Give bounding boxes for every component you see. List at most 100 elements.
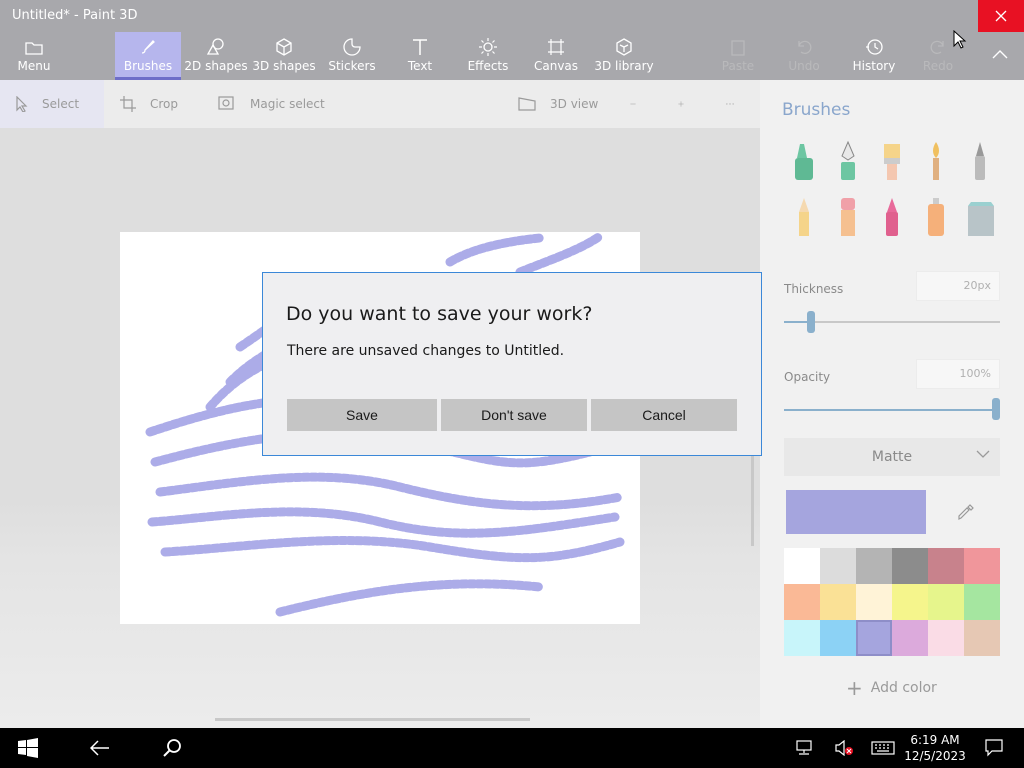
pencil-brush[interactable]	[784, 196, 824, 240]
color-swatch[interactable]	[856, 548, 892, 584]
collapse-ribbon-button[interactable]	[986, 32, 1014, 78]
ribbon: Menu Brushes 2D shapes 3D shapes Sticker…	[0, 32, 1024, 80]
network-icon	[796, 740, 812, 755]
color-swatch[interactable]	[892, 620, 928, 656]
finish-dropdown[interactable]: Matte	[784, 438, 1000, 476]
color-swatch[interactable]	[784, 620, 820, 656]
tab-3d-shapes[interactable]: 3D shapes	[252, 32, 316, 78]
3d-view-icon	[518, 97, 536, 111]
oil-brush[interactable]	[872, 140, 912, 184]
undo-button[interactable]: Undo	[786, 32, 822, 78]
color-swatch[interactable]	[820, 620, 856, 656]
marker-brush[interactable]	[784, 140, 824, 184]
color-swatch[interactable]	[784, 548, 820, 584]
tab-2d-shapes[interactable]: 2D shapes	[184, 32, 248, 78]
watercolor-icon	[933, 142, 939, 180]
save-button[interactable]: Save	[287, 399, 437, 431]
close-window-button[interactable]	[978, 0, 1024, 32]
history-button[interactable]: History	[852, 32, 896, 78]
watercolor-brush[interactable]	[916, 140, 956, 184]
color-swatch[interactable]	[964, 620, 1000, 656]
search-icon	[163, 739, 181, 757]
network-button[interactable]	[790, 728, 818, 768]
color-swatch[interactable]	[964, 584, 1000, 620]
color-swatch[interactable]	[928, 548, 964, 584]
cursor-icon	[16, 96, 28, 112]
history-label: History	[852, 59, 896, 73]
3d-view-label: 3D view	[550, 97, 599, 111]
color-swatch[interactable]	[856, 620, 892, 656]
history-icon	[866, 39, 883, 55]
zoom-in-button[interactable]	[678, 80, 698, 128]
tab-canvas[interactable]: Canvas	[534, 32, 578, 78]
tab-brushes-label: Brushes	[123, 59, 173, 73]
dont-save-button[interactable]: Don't save	[441, 399, 587, 431]
thickness-slider[interactable]	[784, 321, 1000, 323]
color-swatch[interactable]	[892, 548, 928, 584]
undo-label: Undo	[788, 59, 820, 73]
search-button[interactable]	[152, 728, 192, 768]
magic-select-icon	[218, 96, 234, 110]
vertical-scrollbar[interactable]	[751, 452, 754, 546]
toolbar: Select Crop Magic select 3D view	[0, 80, 760, 128]
opacity-input[interactable]: 100%	[916, 359, 1000, 389]
tab-text[interactable]: Text	[400, 32, 440, 78]
tab-canvas-label: Canvas	[533, 59, 579, 73]
clock[interactable]: 6:19 AM 12/5/2023	[900, 732, 970, 764]
canvas-icon	[548, 39, 564, 55]
menu-label: Menu	[17, 59, 51, 73]
tab-brushes[interactable]: Brushes	[115, 32, 181, 80]
color-swatch[interactable]	[820, 548, 856, 584]
pencil-icon	[799, 198, 809, 236]
fill-bucket-icon	[968, 202, 994, 236]
more-icon	[726, 103, 734, 105]
tab-effects[interactable]: Effects	[466, 32, 510, 78]
start-button[interactable]	[8, 728, 48, 768]
redo-button[interactable]: Redo	[920, 32, 956, 78]
more-options-button[interactable]	[726, 80, 748, 128]
magic-select-tool[interactable]: Magic select	[218, 80, 338, 128]
menu-button[interactable]: Menu	[10, 32, 58, 78]
add-color-button[interactable]: + Add color	[846, 676, 937, 700]
spray-can-brush[interactable]	[916, 196, 956, 240]
fill-bucket-brush[interactable]	[960, 196, 1000, 240]
eraser-brush[interactable]	[828, 196, 868, 240]
keyboard-button[interactable]	[868, 728, 898, 768]
crop-tool[interactable]: Crop	[120, 80, 200, 128]
cancel-button[interactable]: Cancel	[591, 399, 737, 431]
tab-stickers[interactable]: Stickers	[326, 32, 378, 78]
back-button[interactable]	[80, 728, 120, 768]
color-swatch[interactable]	[784, 584, 820, 620]
tab-3d-library[interactable]: 3D library	[594, 32, 654, 78]
add-color-label: Add color	[870, 680, 937, 696]
calligraphy-pen-brush[interactable]	[828, 140, 868, 184]
close-icon	[995, 10, 1007, 22]
crayon-icon	[886, 198, 898, 236]
color-swatch[interactable]	[856, 584, 892, 620]
color-swatch[interactable]	[820, 584, 856, 620]
thickness-input[interactable]: 20px	[916, 271, 1000, 301]
color-palette	[784, 548, 1000, 656]
color-swatch[interactable]	[964, 548, 1000, 584]
color-swatch[interactable]	[928, 584, 964, 620]
notifications-button[interactable]	[980, 728, 1008, 768]
opacity-slider-thumb[interactable]	[992, 398, 1000, 420]
current-color-swatch[interactable]	[786, 490, 926, 534]
pixel-pen-brush[interactable]	[960, 140, 1000, 184]
select-tool[interactable]: Select	[0, 80, 104, 128]
3d-view-toggle[interactable]: 3D view	[518, 80, 608, 128]
horizontal-scrollbar[interactable]	[215, 718, 530, 721]
color-swatch[interactable]	[892, 584, 928, 620]
crayon-brush[interactable]	[872, 196, 912, 240]
window-title: Untitled* - Paint 3D	[12, 8, 138, 23]
windows-logo-icon	[18, 738, 38, 758]
text-icon	[413, 39, 427, 55]
paste-button[interactable]: Paste	[720, 32, 756, 78]
color-swatch[interactable]	[928, 620, 964, 656]
brush-icon	[141, 40, 155, 54]
eyedropper-button[interactable]	[946, 490, 986, 534]
opacity-slider[interactable]	[784, 409, 994, 411]
volume-button[interactable]	[830, 728, 858, 768]
thickness-slider-thumb[interactable]	[807, 311, 815, 333]
zoom-out-button[interactable]	[630, 80, 650, 128]
